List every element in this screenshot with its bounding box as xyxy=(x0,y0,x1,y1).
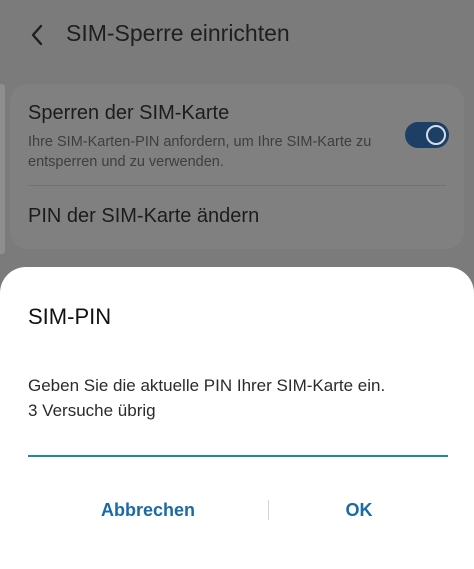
page-title: SIM-Sperre einrichten xyxy=(66,20,290,46)
change-pin-label: PIN der SIM-Karte ändern xyxy=(28,205,260,227)
sim-lock-description: Ihre SIM-Karten-PIN anfordern, um Ihre S… xyxy=(28,134,372,170)
sim-lock-title: Sperren der SIM-Karte xyxy=(28,102,230,124)
app-header: SIM-Sperre einrichten xyxy=(0,0,474,70)
sim-lock-toggle[interactable] xyxy=(405,122,449,148)
attempts-remaining-text: 3 Versuche übrig xyxy=(28,401,156,420)
chevron-left-icon xyxy=(31,24,43,46)
dialog-message: Geben Sie die aktuelle PIN Ihrer SIM-Kar… xyxy=(28,373,458,423)
toggle-knob xyxy=(426,125,446,145)
dialog-message-line: Geben Sie die aktuelle PIN Ihrer SIM-Kar… xyxy=(28,376,386,395)
cancel-button[interactable]: Abbrechen xyxy=(28,492,268,528)
settings-card: Sperren der SIM-Karte Ihre SIM-Karten-PI… xyxy=(10,84,464,249)
back-button[interactable] xyxy=(22,18,52,52)
dialog-title: SIM-PIN xyxy=(28,304,112,329)
sim-pin-dialog: SIM-PIN Geben Sie die aktuelle PIN Ihrer… xyxy=(0,267,474,569)
sim-lock-setting-row[interactable]: Sperren der SIM-Karte Ihre SIM-Karten-PI… xyxy=(10,84,464,184)
ok-button[interactable]: OK xyxy=(270,492,448,528)
pin-input[interactable] xyxy=(28,427,448,457)
change-pin-row[interactable]: PIN der SIM-Karte ändern xyxy=(10,186,464,246)
scroll-indicator xyxy=(0,84,5,254)
button-divider xyxy=(268,500,269,520)
